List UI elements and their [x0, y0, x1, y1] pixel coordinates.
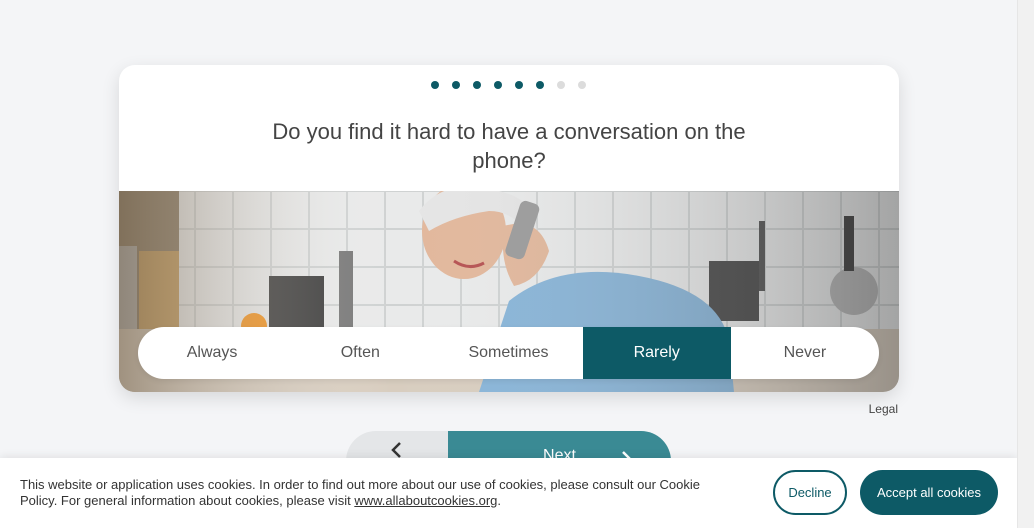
chevron-left-icon — [391, 442, 401, 458]
progress-dot — [557, 81, 565, 89]
option-rarely[interactable]: Rarely — [582, 327, 731, 379]
progress-dot — [494, 81, 502, 89]
cookie-info-link[interactable]: www.allaboutcookies.org — [354, 493, 497, 508]
progress-dots — [431, 81, 586, 89]
option-sometimes[interactable]: Sometimes — [434, 327, 582, 379]
answer-options: Always Often Sometimes Rarely Never — [138, 327, 879, 379]
progress-dot — [536, 81, 544, 89]
cookie-message: This website or application uses cookies… — [20, 477, 720, 509]
scrollbar[interactable] — [1017, 0, 1034, 528]
cookie-text-end: . — [497, 493, 502, 508]
option-always[interactable]: Always — [138, 327, 286, 379]
legal-link[interactable]: Legal — [869, 402, 898, 416]
option-often[interactable]: Often — [286, 327, 434, 379]
progress-dot — [473, 81, 481, 89]
progress-dot — [515, 81, 523, 89]
progress-dot — [431, 81, 439, 89]
accept-all-cookies-button[interactable]: Accept all cookies — [860, 470, 998, 515]
decline-button[interactable]: Decline — [773, 470, 847, 515]
progress-dot — [578, 81, 586, 89]
progress-dot — [452, 81, 460, 89]
question-text: Do you find it hard to have a conversati… — [272, 119, 746, 173]
cookie-banner: This website or application uses cookies… — [0, 458, 1017, 528]
option-never[interactable]: Never — [731, 327, 879, 379]
